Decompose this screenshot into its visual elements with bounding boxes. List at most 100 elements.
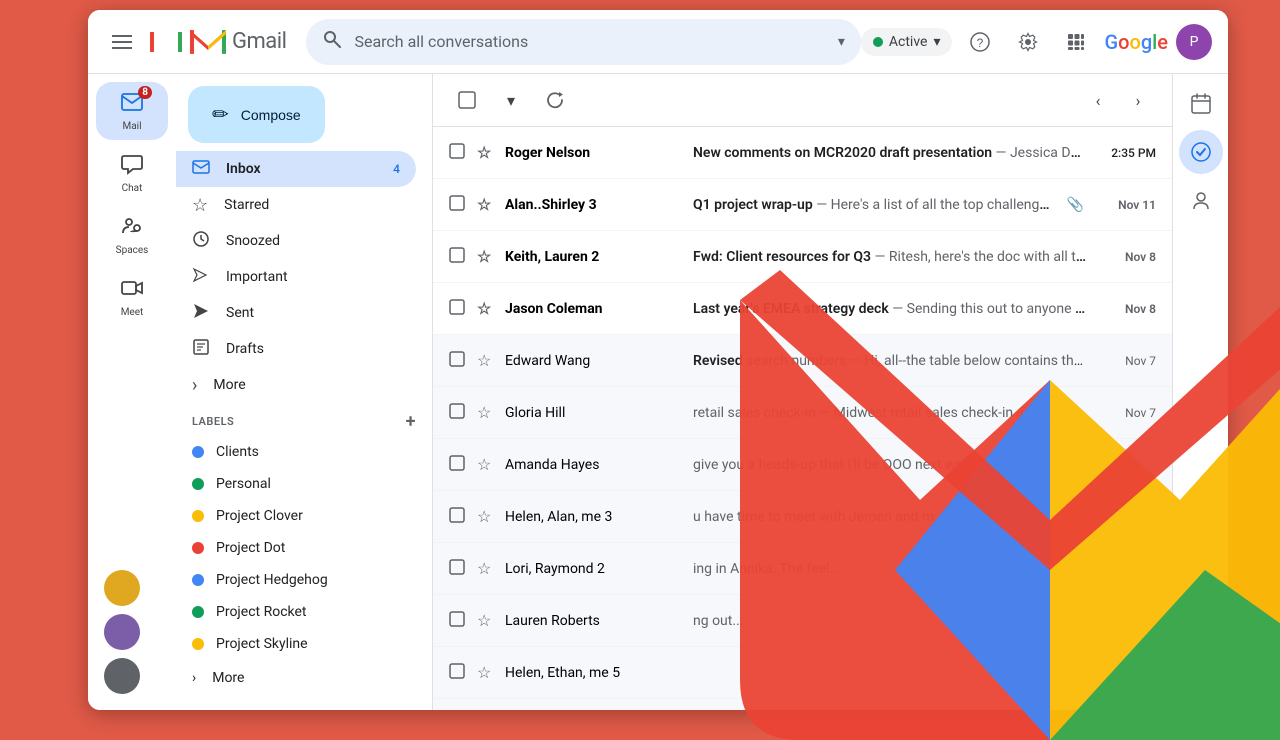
email-time: Nov 8 (1096, 302, 1156, 316)
email-row[interactable]: ☆ Gloria Hill retail sales check-in — Mi… (433, 387, 1172, 439)
nav-icon-mail[interactable]: 8 Mail (96, 82, 168, 140)
email-star[interactable]: ☆ (477, 247, 497, 266)
labels-title: LABELS (192, 415, 234, 428)
label-dot-rocket (192, 606, 204, 618)
search-icon (322, 29, 342, 54)
email-sender: Helen, Alan, me 3 (505, 509, 685, 525)
header-right: Active ▾ ? (861, 22, 1212, 62)
pagination-prev[interactable]: ‹ (1080, 82, 1116, 118)
label-project-skyline[interactable]: Project Skyline (176, 628, 416, 660)
email-star[interactable]: ☆ (477, 351, 497, 370)
label-name-clients: Clients (216, 444, 259, 460)
compose-label: Compose (241, 107, 301, 123)
header: Gmail Search all conversations ▾ Active … (88, 10, 1228, 74)
email-row[interactable]: ☆ Edward Wang Revised search numbers — H… (433, 335, 1172, 387)
settings-button[interactable] (1008, 22, 1048, 62)
email-row[interactable]: ☆ Roger Nelson New comments on MCR2020 d… (433, 127, 1172, 179)
right-panel-calendar[interactable] (1179, 82, 1223, 126)
email-checkbox[interactable] (449, 143, 469, 163)
meet-icon (120, 276, 144, 305)
apps-button[interactable] (1056, 22, 1096, 62)
active-dropdown-icon: ▾ (933, 34, 940, 50)
chat-icon (120, 152, 144, 181)
active-status-badge[interactable]: Active ▾ (861, 28, 953, 56)
search-placeholder[interactable]: Search all conversations (354, 32, 825, 51)
hamburger-menu[interactable] (104, 24, 140, 60)
email-row[interactable]: ☆ Helen, Alan, me 3 u have time to meet … (433, 491, 1172, 543)
sidebar-item-starred[interactable]: ☆ Starred (176, 187, 416, 223)
user-avatar[interactable]: P (1176, 24, 1212, 60)
pagination-next[interactable]: › (1120, 82, 1156, 118)
email-row[interactable]: ☆ Lori, Raymond 2 ing in Annika. The fee… (433, 543, 1172, 595)
google-logo-area: Google (1104, 30, 1168, 54)
email-row[interactable]: ☆ Keith, Lauren 2 Fwd: Client resources … (433, 231, 1172, 283)
inbox-icon (192, 158, 210, 181)
mail-icon: 8 (120, 90, 144, 119)
nav-icon-chat[interactable]: Chat (96, 144, 168, 202)
email-checkbox[interactable] (449, 403, 469, 423)
label-project-dot[interactable]: Project Dot (176, 532, 416, 564)
attachment-icon: 📎 (1067, 197, 1084, 213)
label-project-clover[interactable]: Project Clover (176, 500, 416, 532)
gmail-m-logo (148, 28, 184, 56)
email-row[interactable]: ☆ Lauren Roberts ng out... (433, 595, 1172, 647)
drafts-icon (192, 338, 210, 361)
compose-button[interactable]: ✏ Compose (188, 86, 325, 143)
label-project-hedgehog[interactable]: Project Hedgehog (176, 564, 416, 596)
email-star[interactable]: ☆ (477, 663, 497, 682)
refresh-button[interactable] (537, 82, 573, 118)
search-dropdown-icon[interactable]: ▾ (838, 34, 845, 50)
email-star[interactable]: ☆ (477, 299, 497, 318)
email-star[interactable]: ☆ (477, 455, 497, 474)
label-project-rocket[interactable]: Project Rocket (176, 596, 416, 628)
email-subject-preview: ing in Annika. The feel... (693, 561, 1088, 577)
sidebar-item-more[interactable]: › More (176, 367, 416, 403)
email-star[interactable]: ☆ (477, 403, 497, 422)
email-row[interactable]: ☆ Amanda Hayes give you a heads-up that … (433, 439, 1172, 491)
email-checkbox[interactable] (449, 663, 469, 683)
label-name-dot: Project Dot (216, 540, 285, 556)
email-row[interactable]: ☆ Jason Coleman Last year's EMEA strateg… (433, 283, 1172, 335)
labels-more-button[interactable]: › More (176, 660, 416, 696)
more-label: More (213, 377, 245, 393)
email-star[interactable]: ☆ (477, 559, 497, 578)
email-star[interactable]: ☆ (477, 611, 497, 630)
email-sender: Alan..Shirley 3 (505, 197, 685, 213)
email-row[interactable]: ☆ Helen, Ethan, me 5 (433, 647, 1172, 699)
label-clients[interactable]: Clients (176, 436, 416, 468)
email-checkbox[interactable] (449, 455, 469, 475)
help-button[interactable]: ? (960, 22, 1000, 62)
email-checkbox[interactable] (449, 195, 469, 215)
sidebar-item-important[interactable]: Important (176, 259, 416, 295)
labels-add-button[interactable]: + (406, 411, 416, 432)
select-all-checkbox[interactable] (449, 82, 485, 118)
email-checkbox[interactable] (449, 351, 469, 371)
email-time: Nov 7 (1096, 354, 1156, 368)
nav-icon-meet[interactable]: Meet (96, 268, 168, 326)
email-star[interactable]: ☆ (477, 195, 497, 214)
sidebar-item-snoozed[interactable]: Snoozed (176, 223, 416, 259)
nav-icon-spaces[interactable]: Spaces (96, 206, 168, 264)
search-bar[interactable]: Search all conversations ▾ (306, 19, 860, 65)
email-checkbox[interactable] (449, 611, 469, 631)
select-dropdown-icon[interactable]: ▾ (493, 82, 529, 118)
label-personal[interactable]: Personal (176, 468, 416, 500)
right-panel-tasks[interactable] (1179, 130, 1223, 174)
sidebar-item-drafts[interactable]: Drafts (176, 331, 416, 367)
sidebar-item-inbox[interactable]: Inbox 4 (176, 151, 416, 187)
email-star[interactable]: ☆ (477, 507, 497, 526)
email-time: Nov 7 (1096, 406, 1156, 420)
right-panel-contacts[interactable] (1179, 178, 1223, 222)
email-row[interactable]: ☆ Alan..Shirley 3 Q1 project wrap-up — H… (433, 179, 1172, 231)
email-sender: Jason Coleman (505, 301, 685, 317)
email-row[interactable]: ☆ Keith Obrien (433, 699, 1172, 710)
email-star[interactable]: ☆ (477, 143, 497, 162)
email-checkbox[interactable] (449, 299, 469, 319)
email-checkbox[interactable] (449, 247, 469, 267)
right-panel (1172, 74, 1228, 710)
email-checkbox[interactable] (449, 559, 469, 579)
snoozed-label: Snoozed (226, 233, 280, 249)
email-subject-preview: u have time to meet with Jeroen and m... (693, 509, 1088, 525)
sidebar-item-sent[interactable]: Sent (176, 295, 416, 331)
email-checkbox[interactable] (449, 507, 469, 527)
